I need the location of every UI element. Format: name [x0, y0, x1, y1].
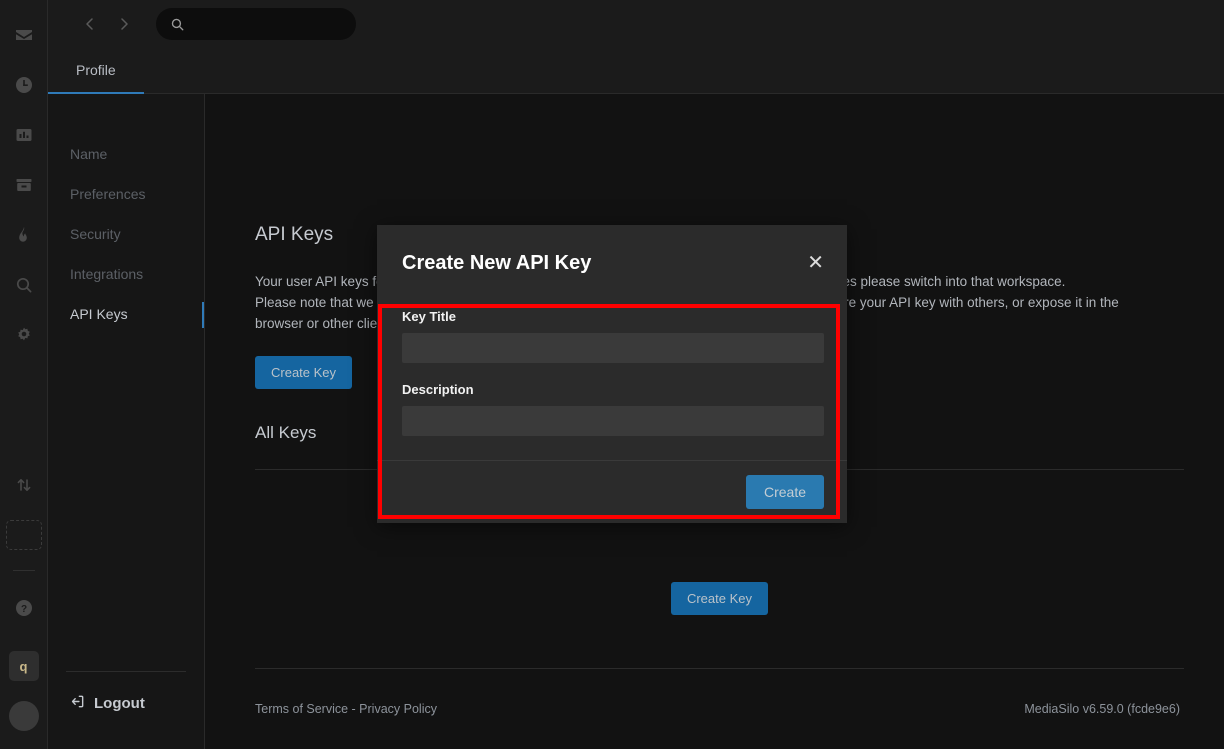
tabbar: Profile [48, 48, 1224, 94]
sidebar-item-label: API Keys [70, 306, 128, 322]
create-key-bottom-wrap: Create Key [255, 582, 1184, 615]
archive-icon[interactable] [0, 160, 48, 210]
dropzone-outline [6, 520, 42, 550]
sort-arrows-icon[interactable] [0, 460, 48, 510]
sidebar-item-label: Name [70, 146, 107, 162]
sidebar-item-label: Integrations [70, 266, 143, 282]
sidebar-item-security[interactable]: Security [48, 214, 204, 254]
gear-icon[interactable] [0, 310, 48, 360]
close-icon[interactable]: ✕ [807, 253, 824, 273]
back-navigation-button[interactable] [76, 10, 104, 38]
description-input[interactable] [402, 406, 824, 436]
upload-dropzone[interactable] [0, 510, 48, 560]
footer-legal-links[interactable]: Terms of Service - Privacy Policy [255, 702, 437, 716]
mail-icon[interactable] [0, 10, 48, 60]
avatar[interactable] [0, 691, 48, 741]
key-title-input[interactable] [402, 333, 824, 363]
left-icon-rail: ? q [0, 0, 48, 749]
clock-icon[interactable] [0, 60, 48, 110]
app-root: ? q Profile [0, 0, 1224, 749]
footer-version: MediaSilo v6.59.0 (fcde9e6) [1024, 702, 1184, 716]
forward-navigation-button[interactable] [110, 10, 138, 38]
footer-row: Terms of Service - Privacy Policy MediaS… [255, 669, 1184, 749]
tab-profile-label: Profile [76, 62, 116, 78]
svg-text:?: ? [20, 604, 26, 615]
key-title-label: Key Title [402, 309, 824, 324]
rail-divider [13, 570, 35, 571]
workspace-badge[interactable]: q [0, 641, 48, 691]
settings-subnav: Name Preferences Security Integrations A… [48, 94, 205, 749]
topbar [48, 0, 1224, 48]
global-search-input[interactable] [156, 8, 356, 40]
avatar-circle [9, 701, 39, 731]
sidebar-item-label: Security [70, 226, 121, 242]
create-key-button-bottom[interactable]: Create Key [671, 582, 768, 615]
sidebar-item-api-keys[interactable]: API Keys [48, 294, 204, 334]
logout-label: Logout [94, 695, 145, 712]
create-button[interactable]: Create [746, 475, 824, 509]
create-key-button-top[interactable]: Create Key [255, 356, 352, 389]
fire-icon[interactable] [0, 210, 48, 260]
modal-header: Create New API Key ✕ [377, 225, 847, 301]
help-icon[interactable]: ? [0, 583, 48, 633]
sidebar-item-label: Preferences [70, 186, 145, 202]
modal-title: Create New API Key [402, 252, 591, 275]
sidebar-item-name[interactable]: Name [48, 134, 204, 174]
search-icon [170, 17, 185, 32]
sidebar-item-integrations[interactable]: Integrations [48, 254, 204, 294]
subnav-footer: Logout [48, 671, 204, 749]
logout-button[interactable]: Logout [48, 694, 204, 713]
chart-icon[interactable] [0, 110, 48, 160]
create-api-key-modal: Create New API Key ✕ Key Title Descripti… [377, 225, 847, 523]
subnav-separator [66, 671, 186, 672]
modal-body: Key Title Description [377, 301, 847, 460]
page-footer: Terms of Service - Privacy Policy MediaS… [255, 668, 1184, 749]
workspace-badge-letter: q [9, 651, 39, 681]
logout-icon [70, 694, 85, 713]
tab-profile[interactable]: Profile [48, 48, 144, 94]
sidebar-item-preferences[interactable]: Preferences [48, 174, 204, 214]
search-icon[interactable] [0, 260, 48, 310]
modal-footer: Create [377, 461, 847, 523]
description-label: Description [402, 382, 824, 397]
